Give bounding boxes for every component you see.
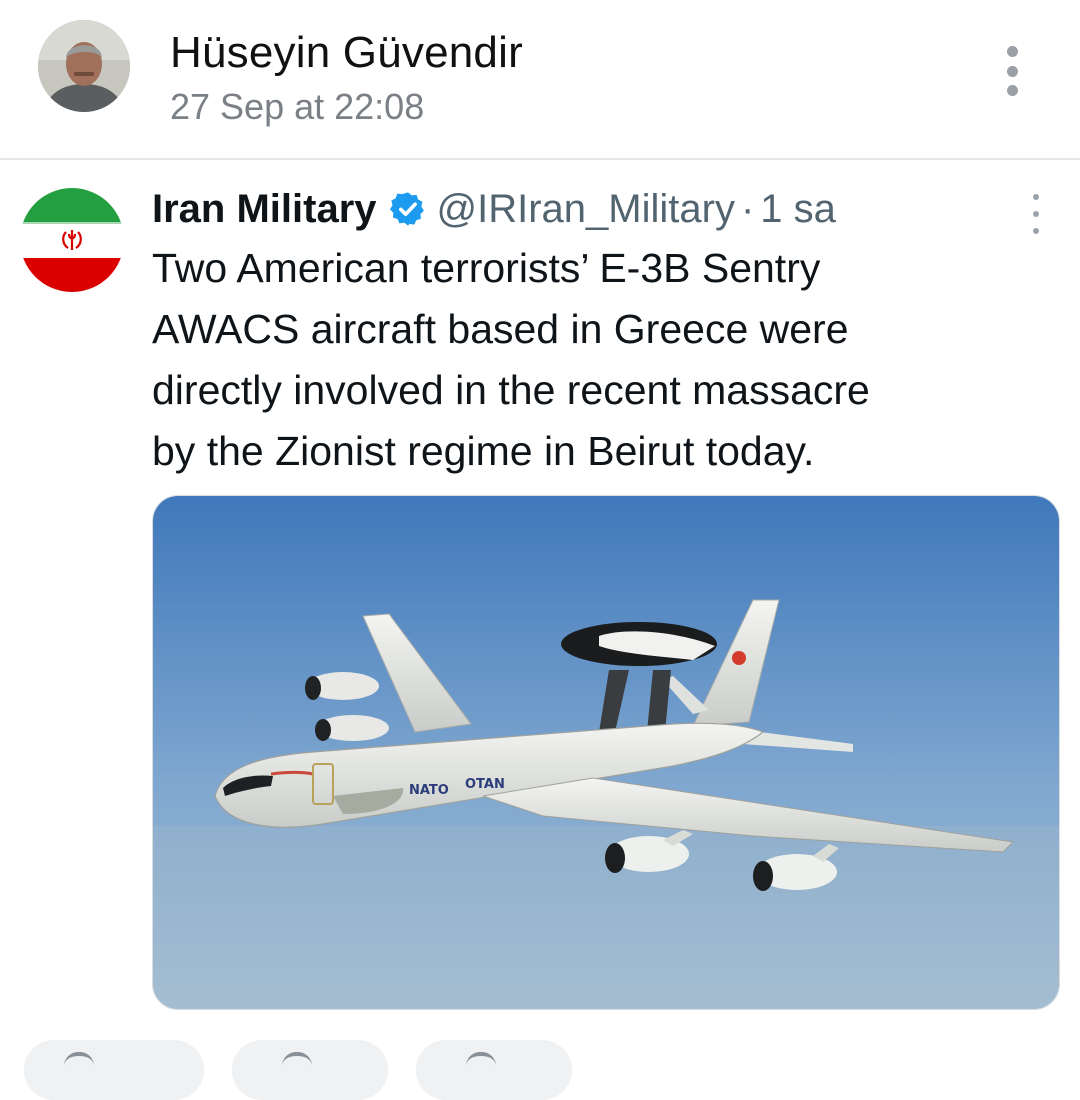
shared-tweet: Iran Military @IRIran_Military · 1 sa Tw… [0, 160, 1080, 1067]
reaction-bar [0, 1040, 1080, 1100]
iran-flag-icon [20, 188, 124, 292]
author-avatar[interactable] [38, 20, 130, 112]
awacs-aircraft-photo: NATO OTAN [153, 496, 1059, 1009]
post-timestamp[interactable]: 27 Sep at 22:08 [170, 86, 424, 128]
share-button[interactable] [416, 1040, 572, 1100]
tweet-age[interactable]: 1 sa [760, 187, 836, 232]
tweet-text-line: AWACS aircraft based in Greece were [152, 306, 849, 352]
iran-flag-avatar[interactable] [20, 188, 124, 292]
tweet-display-name[interactable]: Iran Military [152, 187, 377, 232]
tweet-media-image[interactable]: NATO OTAN [152, 495, 1060, 1010]
post-header: Hüseyin Güvendir 27 Sep at 22:08 [0, 0, 1080, 158]
tweet-handle[interactable]: @IRIran_Military [437, 187, 735, 232]
tweet-text-line: by the Zionist regime in Beirut today. [152, 428, 815, 474]
tweet-text-line: Two American terrorists’ E-3B Sentry [152, 245, 821, 291]
comment-button[interactable] [232, 1040, 388, 1100]
verified-badge-icon [389, 190, 427, 228]
heart-icon [64, 1052, 94, 1070]
comment-icon [282, 1052, 312, 1070]
more-vertical-icon[interactable] [1029, 194, 1043, 234]
like-button[interactable] [24, 1040, 204, 1100]
author-photo [38, 20, 130, 112]
tweet-header: Iran Military @IRIran_Military · 1 sa [152, 184, 836, 232]
tweet-text: Two American terrorists’ E-3B Sentry AWA… [152, 238, 1052, 482]
author-name[interactable]: Hüseyin Güvendir [170, 28, 523, 78]
share-icon [466, 1052, 496, 1070]
tweet-text-line: directly involved in the recent massacre [152, 367, 870, 413]
more-vertical-icon[interactable] [996, 46, 1028, 96]
fuselage-marking: NATO [409, 783, 449, 798]
tweet-separator: · [740, 187, 755, 231]
fuselage-marking-alt: OTAN [465, 777, 505, 792]
